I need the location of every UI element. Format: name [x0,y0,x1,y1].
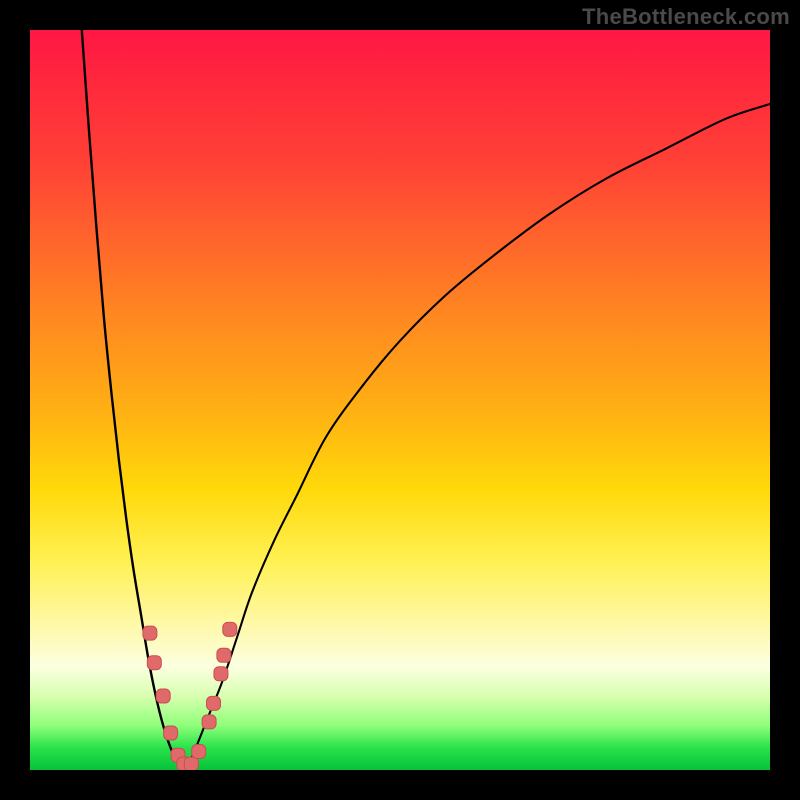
data-marker [164,726,178,740]
data-marker [156,689,170,703]
marker-group [143,622,237,770]
data-marker [143,626,157,640]
data-marker [184,757,198,770]
data-marker [223,622,237,636]
data-marker [147,656,161,670]
data-marker [214,667,228,681]
data-marker [217,648,231,662]
curve-right-branch [185,104,770,770]
chart-frame: TheBottleneck.com [0,0,800,800]
plot-area [30,30,770,770]
curve-group [82,30,770,770]
data-marker [202,715,216,729]
watermark-text: TheBottleneck.com [582,4,790,30]
data-marker [192,745,206,759]
chart-svg [30,30,770,770]
data-marker [207,696,221,710]
curve-left-branch [82,30,186,770]
